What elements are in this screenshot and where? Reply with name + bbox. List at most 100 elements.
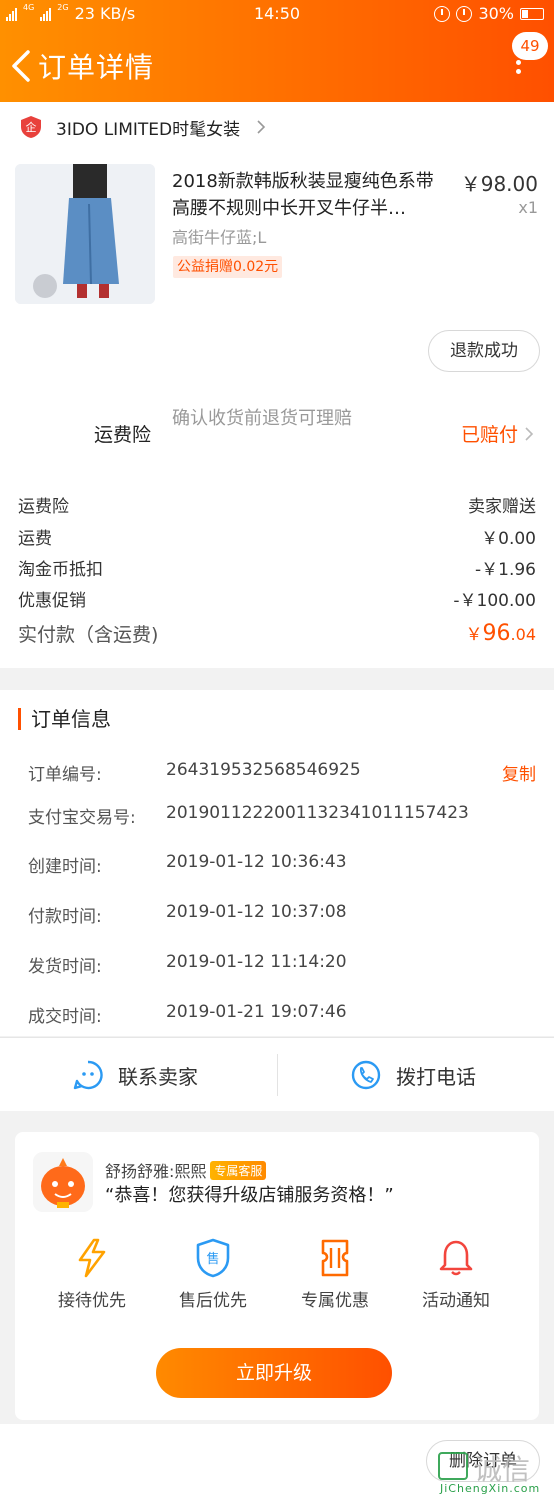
chevron-right-icon	[257, 120, 266, 134]
info-key: 付款时间:	[28, 907, 102, 927]
header: 4G 2G 23 KB/s 14:50 30% 订单详情 49	[0, 0, 554, 102]
price-row-label: 优惠促销	[18, 591, 86, 611]
price-row: 运费险 卖家赠送	[18, 492, 536, 520]
price-row-value: 卖家赠送	[468, 497, 536, 517]
bottom-action-bar: 删除订单 诚信 JiChengXin.com	[0, 1424, 554, 1500]
shipping-insurance-desc: 确认收货前退货可理赔	[172, 408, 352, 429]
after-sale-shield-icon: 售	[196, 1238, 230, 1278]
status-bar: 4G 2G 23 KB/s 14:50 30%	[0, 0, 554, 30]
price-row: 淘金币抵扣 -￥1.96	[18, 555, 536, 583]
store-name: 3IDO LIMITED时髦女装	[56, 119, 241, 140]
more-dots-icon	[516, 60, 522, 78]
total-value: ￥96.04	[466, 620, 536, 646]
perk-item: 接待优先	[42, 1238, 142, 1311]
info-row: 付款时间: 2019-01-12 10:37:08	[28, 902, 536, 928]
price-row-value: -￥1.96	[475, 560, 536, 580]
info-key: 订单编号:	[28, 765, 102, 785]
contact-seller-label: 联系卖家	[118, 1064, 198, 1089]
info-row: 创建时间: 2019-01-12 10:36:43	[28, 852, 536, 878]
price-row: 运费 ￥0.00	[18, 524, 536, 552]
info-value: 2019011222001132341011157423	[166, 803, 469, 823]
product-image	[15, 164, 155, 304]
perk-label: 专属优惠	[301, 1291, 369, 1311]
total-currency: ￥	[465, 625, 483, 645]
total-dec: .04	[510, 625, 536, 644]
lightning-icon	[78, 1238, 106, 1278]
info-key: 成交时间:	[28, 1007, 102, 1027]
perk-label: 售后优先	[179, 1291, 247, 1311]
charity-tag: 公益捐赠0.02元	[173, 256, 283, 278]
battery-percent: 30%	[478, 4, 514, 23]
price-row: 优惠促销 -￥100.00	[18, 586, 536, 614]
back-arrow-icon[interactable]	[8, 46, 34, 86]
shipping-insurance-label: 运费险	[94, 424, 152, 446]
info-row: 支付宝交易号: 2019011222001132341011157423	[28, 803, 536, 829]
watermark-logo-icon	[438, 1452, 468, 1480]
upgrade-now-button[interactable]: 立即升级	[156, 1348, 392, 1398]
info-row: 发货时间: 2019-01-12 11:14:20	[28, 952, 536, 978]
price-row-label: 淘金币抵扣	[18, 560, 103, 580]
price-row-value: -￥100.00	[453, 591, 536, 611]
divider	[277, 1054, 278, 1096]
mascot-icon	[33, 1152, 93, 1212]
contact-seller-button[interactable]: 联系卖家	[72, 1038, 198, 1112]
product-quantity: x1	[518, 198, 538, 217]
svg-text:售: 售	[206, 1251, 219, 1267]
coupon-icon	[321, 1239, 349, 1277]
lock-rotation-icon	[434, 5, 451, 22]
chevron-right-icon	[525, 426, 534, 441]
alarm-icon	[456, 5, 473, 22]
contact-bar: 联系卖家 拨打电话	[0, 1037, 554, 1111]
product-price: ￥98.00	[460, 172, 538, 196]
service-name-row: 舒扬舒雅:熙熙 专属客服	[105, 1158, 267, 1182]
call-phone-label: 拨打电话	[396, 1064, 476, 1089]
perk-item: 售 售后优先	[163, 1238, 263, 1311]
info-key: 发货时间:	[28, 957, 102, 977]
service-upgrade-card: 舒扬舒雅:熙熙 专属客服 “恭喜！您获得升级店铺服务资格！” 接待优先 售 售后…	[15, 1132, 539, 1420]
message-count-badge[interactable]: 49	[512, 32, 548, 60]
product-title[interactable]: 2018新款韩版秋装显瘦纯色系带高腰不规则中长开叉牛仔半…	[172, 168, 450, 222]
refund-status-button[interactable]: 退款成功	[428, 330, 540, 372]
store-row[interactable]: 企 3IDO LIMITED时髦女装	[20, 112, 266, 142]
battery-icon	[520, 7, 544, 20]
product-sku: 高街牛仔蓝;L	[172, 228, 267, 247]
info-value: 2019-01-12 10:36:43	[166, 852, 347, 872]
total-row: 实付款（含运费) ￥96.04	[18, 620, 536, 648]
info-row: 成交时间: 2019-01-21 19:07:46	[28, 1002, 536, 1028]
order-info-heading: 订单信息	[18, 708, 111, 730]
price-row-value: ￥0.00	[481, 529, 536, 549]
enterprise-shop-icon: 企	[21, 116, 41, 138]
info-value: 2019-01-12 10:37:08	[166, 902, 347, 922]
info-row: 订单编号: 264319532568546925 复制	[28, 760, 536, 786]
price-row-label: 运费	[18, 529, 52, 549]
info-value: 2019-01-21 19:07:46	[166, 1002, 347, 1022]
total-label: 实付款（含运费)	[18, 624, 159, 646]
copy-button[interactable]: 复制	[502, 760, 536, 785]
order-number: 264319532568546925	[166, 760, 361, 780]
order-info-section: 订单信息 订单编号: 264319532568546925 复制 支付宝交易号:…	[0, 690, 554, 1036]
info-value: 2019-01-12 11:14:20	[166, 952, 347, 972]
perk-item: 专属优惠	[285, 1238, 385, 1311]
watermark-url: JiChengXin.com	[440, 1482, 541, 1495]
upgrade-message: “恭喜！您获得升级店铺服务资格！”	[105, 1185, 394, 1206]
info-key: 支付宝交易号:	[28, 808, 136, 828]
bell-icon	[439, 1240, 473, 1276]
exclusive-service-tag: 专属客服	[210, 1160, 267, 1180]
info-key: 创建时间:	[28, 857, 102, 877]
insurance-status-text: 已赔付	[460, 424, 518, 446]
product-thumbnail[interactable]	[15, 164, 155, 304]
perk-item: 活动通知	[406, 1238, 506, 1311]
price-row-label: 运费险	[18, 497, 69, 517]
service-name: 舒扬舒雅:熙熙	[105, 1162, 207, 1181]
page-title: 订单详情	[38, 51, 155, 84]
perk-label: 接待优先	[58, 1291, 126, 1311]
service-avatar	[33, 1152, 93, 1212]
perk-label: 活动通知	[422, 1291, 490, 1311]
status-right: 30%	[434, 4, 544, 23]
phone-icon	[351, 1060, 381, 1090]
total-int: 96	[482, 621, 511, 646]
price-summary: 运费险 卖家赠送 运费 ￥0.00 淘金币抵扣 -￥1.96 优惠促销 -￥10…	[0, 466, 554, 668]
call-phone-button[interactable]: 拨打电话	[350, 1038, 476, 1112]
shipping-insurance-status[interactable]: 已赔付	[461, 420, 534, 447]
svg-text:企: 企	[26, 120, 37, 134]
